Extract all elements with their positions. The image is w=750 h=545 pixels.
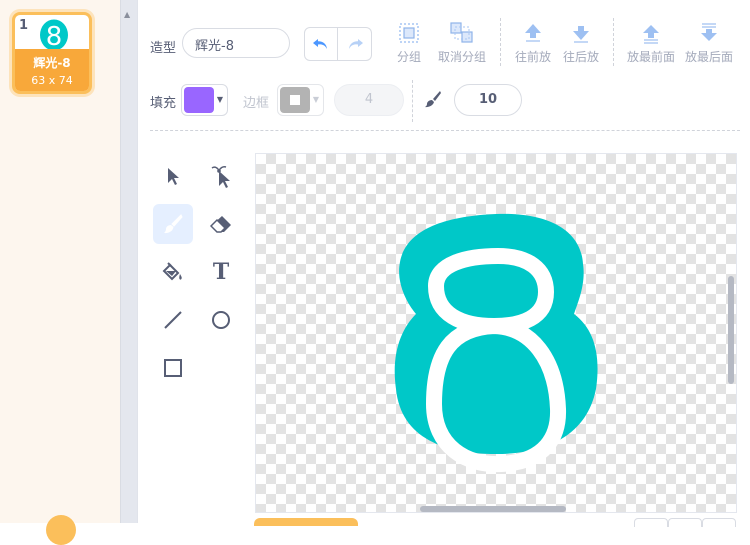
chevron-down-icon: ▼ — [216, 95, 223, 104]
outline-color-picker[interactable]: ▼ — [277, 84, 324, 116]
brush-size-input[interactable]: 10 — [454, 84, 522, 116]
brush-size-icon — [425, 91, 441, 108]
toolbar-divider-2 — [613, 18, 614, 66]
bucket-icon — [162, 262, 182, 281]
costume-list-scrollbar[interactable]: ▲ — [120, 0, 137, 523]
eraser-tool[interactable] — [201, 204, 241, 244]
ungroup-label: 取消分组 — [437, 50, 486, 64]
costume-tile-footer: 辉光-8 63 x 74 — [15, 49, 89, 91]
costume-name-input[interactable]: 辉光-8 — [182, 28, 290, 58]
costume-thumbnail: 8 — [40, 19, 68, 51]
toolbar-divider-3 — [412, 80, 413, 122]
circle-icon — [212, 311, 230, 329]
fill-tool[interactable] — [153, 252, 193, 292]
front-label: 放最前面 — [626, 50, 675, 64]
scroll-up-arrow-icon[interactable]: ▲ — [124, 10, 130, 19]
undo-icon — [313, 39, 327, 49]
rectangle-tool[interactable] — [153, 348, 193, 388]
group-button[interactable]: 分组 — [379, 22, 439, 65]
arrow-down-icon — [573, 26, 589, 43]
select-tool[interactable] — [153, 156, 193, 196]
canvas-horizontal-scrollbar[interactable] — [420, 506, 566, 512]
arrow-icon — [168, 168, 179, 185]
fill-color-swatch — [184, 87, 214, 113]
reshape-tool[interactable] — [201, 156, 241, 196]
costume-name-label-prefix: 造型 — [150, 41, 177, 56]
costume-tile-selected[interactable]: 1 8 辉光-8 63 x 74 — [12, 12, 92, 94]
ungroup-button[interactable]: 取消分组 — [432, 22, 492, 65]
costume-index: 1 — [19, 18, 29, 33]
arrow-top-icon — [643, 25, 659, 44]
outline-color-swatch — [280, 87, 310, 113]
back-button[interactable]: 放最后面 — [679, 22, 739, 65]
circle-tool[interactable] — [201, 300, 241, 340]
brush-tool[interactable] — [153, 204, 193, 244]
redo-button[interactable] — [338, 27, 372, 61]
drawing-canvas[interactable] — [255, 153, 737, 513]
brush-icon — [164, 214, 183, 234]
costume-list-panel: 1 8 辉光-8 63 x 74 — [0, 0, 120, 545]
undo-button[interactable] — [304, 27, 338, 61]
back-label: 放最后面 — [684, 50, 733, 64]
arrow-bottom-icon — [701, 23, 717, 41]
arrow-up-icon — [525, 24, 541, 42]
reshape-icon — [211, 166, 230, 188]
line-icon — [164, 311, 182, 329]
rectangle-icon — [164, 359, 182, 377]
text-icon: T — [212, 259, 230, 285]
front-button[interactable]: 放最前面 — [621, 22, 681, 65]
costume-name-label: 辉光-8 — [33, 56, 71, 70]
chevron-down-icon: ▼ — [312, 95, 319, 104]
toolbar-bottom-divider — [150, 130, 740, 131]
undo-redo-group — [304, 27, 372, 61]
fill-color-picker[interactable]: ▼ — [181, 84, 228, 116]
line-tool[interactable] — [153, 300, 193, 340]
fill-label: 填充 — [150, 96, 177, 111]
backward-button[interactable]: 往后放 — [551, 22, 611, 65]
thumb-glyph: 8 — [46, 22, 63, 51]
text-tool[interactable]: T — [201, 252, 241, 292]
forward-label: 往前放 — [514, 50, 551, 64]
ungroup-icon — [450, 22, 473, 43]
paint-editor: 造型 辉光-8 分组 取消分组 往前放 往后放 放最前面 放最后面 填充 ▼ 边… — [137, 0, 750, 527]
convert-mode-button[interactable] — [254, 518, 358, 526]
eraser-icon — [210, 216, 231, 233]
outline-label: 边框 — [243, 96, 270, 111]
costume-glyph-drawing — [394, 213, 598, 473]
canvas-vertical-scrollbar[interactable] — [728, 276, 734, 384]
group-icon — [399, 23, 419, 43]
backward-label: 往后放 — [562, 50, 599, 64]
group-label: 分组 — [396, 50, 421, 64]
toolbar-divider — [500, 18, 501, 66]
outline-width-input[interactable]: 4 — [334, 84, 404, 116]
redo-icon — [348, 39, 363, 49]
add-costume-button[interactable] — [46, 515, 76, 545]
costume-size-label: 63 x 74 — [31, 74, 73, 87]
